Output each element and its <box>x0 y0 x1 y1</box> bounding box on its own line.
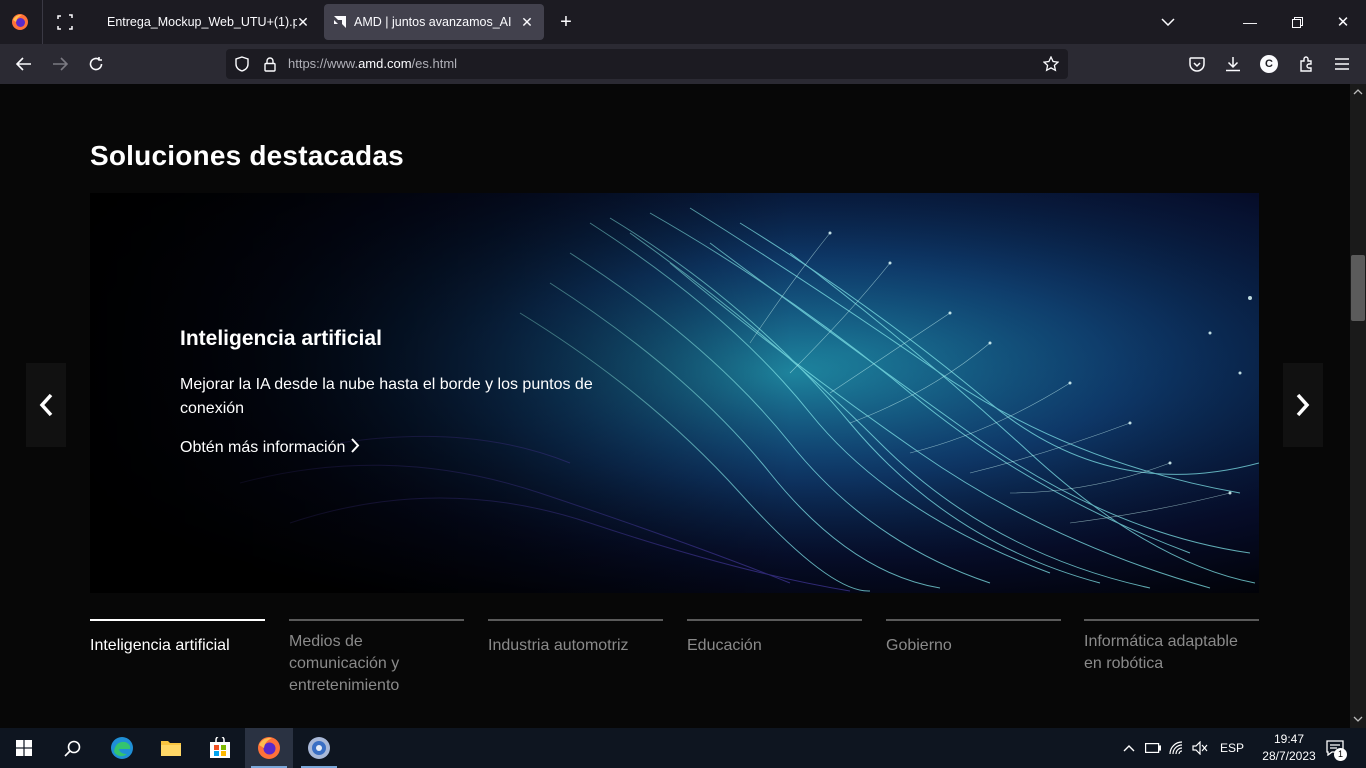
hero-description: Mejorar la IA desde la nube hasta el bor… <box>180 376 593 417</box>
search-icon <box>63 740 80 757</box>
hero-title: Inteligencia artificial <box>180 327 382 350</box>
reload-icon[interactable] <box>85 54 107 74</box>
chevron-right-icon <box>351 438 360 458</box>
url-path: /es.html <box>411 56 458 71</box>
learn-more-link[interactable]: Obtén más información <box>180 438 360 458</box>
minimize-icon[interactable]: — <box>1240 12 1260 32</box>
tab-pdf[interactable]: Entrega_Mockup_Web_UTU+(1).pdf ✕ <box>92 4 320 40</box>
solution-tab-robotics[interactable]: Informática adaptable en robótica <box>1084 619 1259 675</box>
restore-icon[interactable] <box>1287 12 1307 32</box>
downloads-icon[interactable] <box>1223 54 1243 74</box>
start-button[interactable] <box>0 728 48 768</box>
folder-icon <box>161 741 181 756</box>
solution-tab-media[interactable]: Medios de comunicación y entretenimiento <box>289 619 464 697</box>
new-tab-icon[interactable]: + <box>556 11 576 33</box>
pocket-icon[interactable] <box>1187 54 1207 74</box>
list-tabs-icon[interactable] <box>1158 12 1178 32</box>
close-icon[interactable]: ✕ <box>518 13 536 31</box>
url-prefix: https://www. <box>288 56 359 71</box>
edge-app[interactable] <box>98 728 146 768</box>
system-clock[interactable]: 19:47 28/7/2023 <box>1256 731 1322 765</box>
file-explorer-app[interactable] <box>147 728 195 768</box>
windows-icon <box>16 740 32 756</box>
tab-amd[interactable]: AMD | juntos avanzamos_AI ✕ <box>324 4 544 40</box>
amd-favicon-icon <box>332 14 348 30</box>
hero-banner: Inteligencia artificial Mejorar la IA de… <box>90 193 1259 593</box>
shield-icon[interactable] <box>233 55 251 73</box>
solution-tab-education[interactable]: Educación <box>687 619 862 657</box>
solution-tab-government[interactable]: Gobierno <box>886 619 1061 657</box>
app-menu-icon[interactable] <box>1332 54 1352 74</box>
lock-icon[interactable] <box>261 55 279 73</box>
learn-more-label: Obtén más información <box>180 439 346 456</box>
edge-icon <box>111 737 133 759</box>
search-button[interactable] <box>48 728 96 768</box>
forward-icon[interactable] <box>49 54 71 74</box>
store-app[interactable] <box>196 728 244 768</box>
scroll-down-icon[interactable] <box>1352 713 1364 725</box>
battery-icon[interactable] <box>1144 739 1162 757</box>
network-icon[interactable] <box>1168 739 1186 757</box>
volume-muted-icon[interactable] <box>1191 739 1209 757</box>
firefox-app[interactable] <box>245 728 293 768</box>
bookmark-star-icon[interactable] <box>1042 55 1060 73</box>
chrome-like-app[interactable] <box>295 728 343 768</box>
language-indicator[interactable]: ESP <box>1220 741 1244 755</box>
back-icon[interactable] <box>13 54 35 74</box>
firefox-menu-icon[interactable] <box>8 10 32 34</box>
profile-avatar[interactable]: C <box>1260 55 1278 73</box>
firefox-view-icon[interactable] <box>54 11 76 33</box>
solution-tab-automotive[interactable]: Industria automotriz <box>488 619 663 657</box>
app-icon <box>308 737 330 759</box>
notification-badge: 1 <box>1334 748 1347 761</box>
store-icon <box>210 737 230 758</box>
firefox-icon <box>258 737 280 759</box>
notification-center-button[interactable]: 1 <box>1323 737 1347 761</box>
url-bar[interactable]: https://www.amd.com/es.html <box>226 49 1068 79</box>
tab-title: Entrega_Mockup_Web_UTU+(1).pdf <box>107 15 297 29</box>
tray-overflow-icon[interactable] <box>1120 739 1138 757</box>
clock-date: 28/7/2023 <box>1262 749 1316 763</box>
section-title: Soluciones destacadas <box>90 140 404 171</box>
clock-time: 19:47 <box>1273 732 1305 746</box>
page-scrollbar[interactable] <box>1350 84 1366 728</box>
solution-tab-ai[interactable]: Inteligencia artificial <box>90 619 265 657</box>
carousel-prev-button[interactable] <box>26 363 66 447</box>
extensions-icon[interactable] <box>1296 54 1316 74</box>
carousel-next-button[interactable] <box>1283 363 1323 447</box>
scroll-thumb[interactable] <box>1351 255 1365 321</box>
tab-title: AMD | juntos avanzamos_AI <box>354 15 512 29</box>
page-content: Soluciones destacadas Inteligencia artif… <box>0 84 1350 728</box>
close-window-icon[interactable]: ✕ <box>1333 12 1353 32</box>
tab-divider <box>42 0 43 44</box>
chevron-left-icon <box>39 393 53 417</box>
chevron-right-icon <box>1296 393 1310 417</box>
close-icon[interactable]: ✕ <box>294 13 312 31</box>
url-text[interactable]: https://www.amd.com/es.html <box>288 56 457 71</box>
scroll-up-icon[interactable] <box>1352 86 1364 98</box>
url-domain: amd.com <box>358 56 412 71</box>
